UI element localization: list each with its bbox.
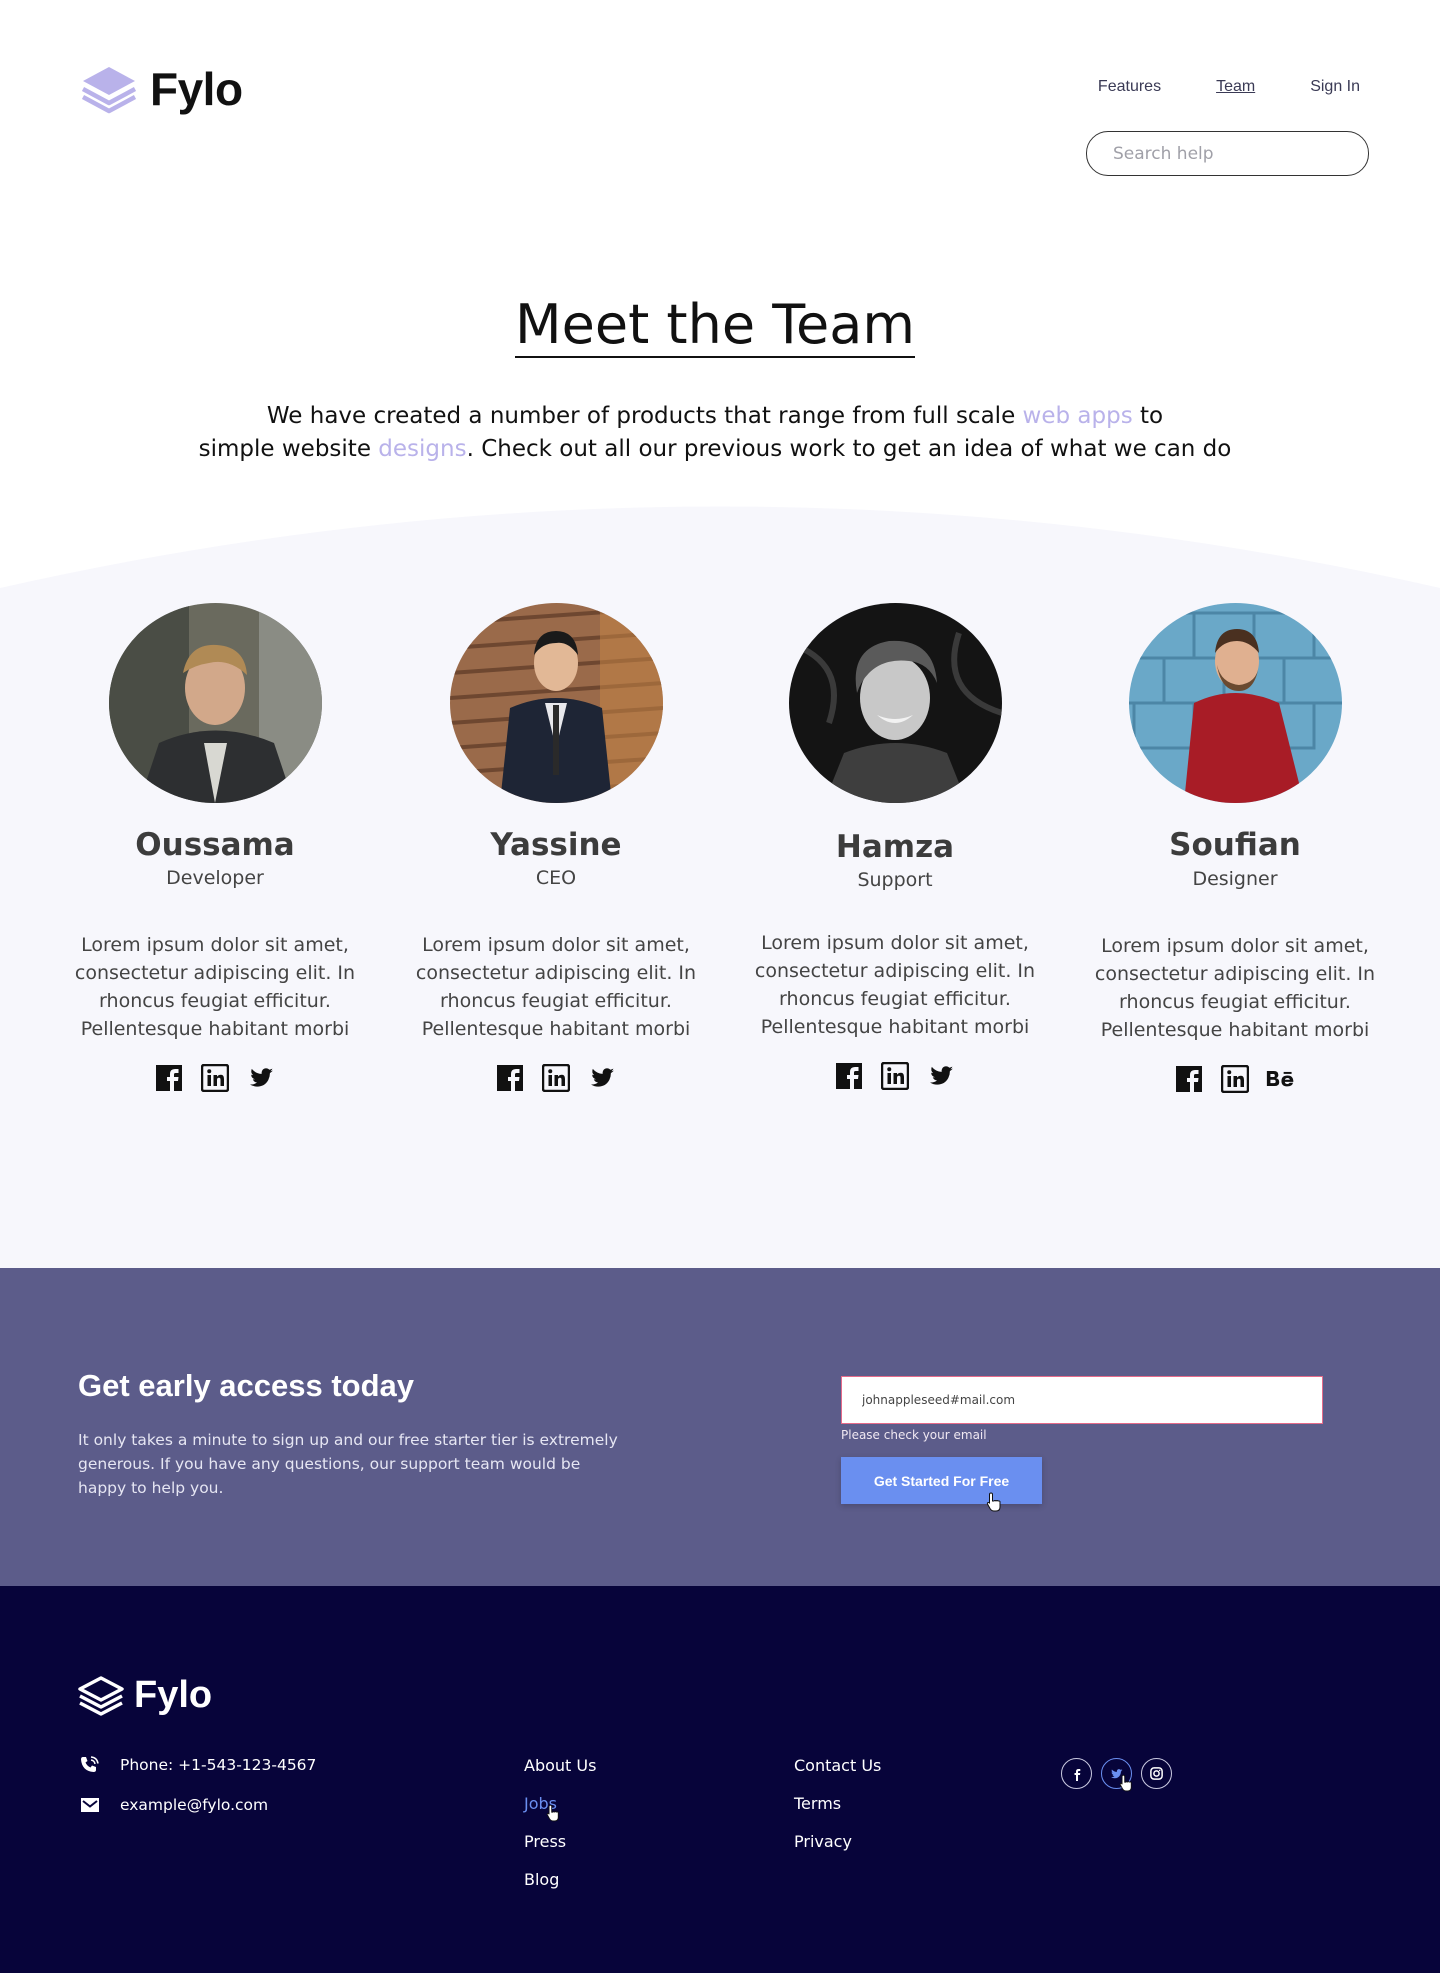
page-title-text: Meet the Team <box>515 293 915 358</box>
member-socials <box>745 1061 1045 1091</box>
footer-link-about[interactable]: About Us <box>524 1756 596 1775</box>
member-name: Hamza <box>835 829 955 865</box>
member-bio: Lorem ipsum dolor sit amet, consectetur … <box>1094 935 1376 1041</box>
footer-phone: Phone: +1-543-123-4567 <box>80 1756 316 1774</box>
footer-links-col1: About Us Jobs Press Blog <box>524 1756 596 1889</box>
footer-brand-logo[interactable]: Fylo <box>78 1674 212 1717</box>
hero-desc-part2: to <box>1132 403 1164 429</box>
email-error-message: Please check your email <box>841 1428 987 1442</box>
phone-icon <box>81 1756 99 1772</box>
facebook-icon[interactable] <box>1174 1064 1204 1094</box>
footer-link-privacy[interactable]: Privacy <box>794 1832 881 1851</box>
hero-desc-part3: simple website <box>198 436 379 462</box>
get-started-button[interactable]: Get Started For Free <box>841 1457 1042 1504</box>
hero-link-web-apps[interactable]: web apps <box>1023 403 1133 429</box>
footer: Fylo Phone: +1-543-123-4567 example@fylo… <box>0 1586 1440 1973</box>
facebook-icon[interactable] <box>1061 1758 1092 1789</box>
twitter-icon[interactable] <box>246 1063 276 1093</box>
footer-links-col2: Contact Us Terms Privacy <box>794 1756 881 1851</box>
layers-logo-icon <box>81 67 137 114</box>
brand-logo[interactable]: Fylo <box>80 62 243 116</box>
member-socials <box>65 1063 365 1093</box>
hand-cursor-icon <box>546 1804 559 1822</box>
facebook-icon[interactable] <box>154 1063 184 1093</box>
hand-cursor-icon <box>986 1492 1001 1512</box>
linkedin-icon[interactable] <box>1220 1064 1250 1094</box>
twitter-icon[interactable] <box>587 1063 617 1093</box>
avatar <box>788 603 1002 803</box>
member-name: Soufian <box>1169 827 1301 863</box>
footer-brand-name: Fylo <box>134 1674 213 1716</box>
brand-name: Fylo <box>150 63 243 115</box>
email-field[interactable] <box>841 1376 1323 1424</box>
member-role: CEO <box>535 867 577 889</box>
linkedin-icon[interactable] <box>880 1061 910 1091</box>
nav-team[interactable]: Team <box>1216 78 1255 96</box>
cta-title: Get early access today <box>78 1368 415 1403</box>
member-socials <box>406 1063 706 1093</box>
avatar <box>1128 603 1342 803</box>
avatar <box>449 603 663 803</box>
cta-text: It only takes a minute to sign up and ou… <box>78 1431 618 1497</box>
twitter-icon[interactable] <box>926 1061 956 1091</box>
footer-link-terms[interactable]: Terms <box>794 1794 881 1813</box>
footer-email-text: example@fylo.com <box>120 1796 269 1814</box>
main-nav: Features Team Sign In <box>1098 78 1360 96</box>
member-bio: Lorem ipsum dolor sit amet, consectetur … <box>754 932 1036 1038</box>
hero-desc-part4: . Check out all our previous work to get… <box>466 436 1232 462</box>
footer-link-blog[interactable]: Blog <box>524 1870 596 1889</box>
footer-email: example@fylo.com <box>80 1796 268 1814</box>
facebook-icon[interactable] <box>495 1063 525 1093</box>
member-name: Oussama <box>135 827 295 863</box>
member-bio: Lorem ipsum dolor sit amet, consectetur … <box>74 934 356 1040</box>
footer-link-contact[interactable]: Contact Us <box>794 1756 881 1775</box>
member-bio: Lorem ipsum dolor sit amet, consectetur … <box>415 934 697 1040</box>
member-role: Designer <box>1192 868 1278 890</box>
early-access-section: Get early access today It only takes a m… <box>0 1268 1440 1586</box>
member-role: Support <box>857 869 933 891</box>
member-name: Yassine <box>490 827 622 863</box>
hero-link-designs[interactable]: designs <box>378 436 466 462</box>
footer-link-press[interactable]: Press <box>524 1832 596 1851</box>
hero-description: We have created a number of products tha… <box>180 400 1250 466</box>
search-input[interactable] <box>1086 131 1369 176</box>
hand-cursor-icon <box>1119 1774 1132 1792</box>
facebook-icon[interactable] <box>834 1061 864 1091</box>
instagram-icon[interactable] <box>1141 1758 1172 1789</box>
member-role: Developer <box>166 867 264 889</box>
avatar <box>108 603 322 803</box>
nav-sign-in[interactable]: Sign In <box>1310 78 1360 96</box>
footer-phone-text: Phone: +1-543-123-4567 <box>120 1756 317 1774</box>
behance-icon[interactable] <box>1266 1064 1296 1094</box>
footer-socials <box>1061 1758 1172 1789</box>
mail-icon <box>81 1798 99 1812</box>
linkedin-icon[interactable] <box>200 1063 230 1093</box>
hero-desc-part1: We have created a number of products tha… <box>266 403 1023 429</box>
page-title: Meet the Team <box>0 293 1430 358</box>
layers-logo-icon <box>78 1675 124 1716</box>
nav-features[interactable]: Features <box>1098 78 1161 96</box>
linkedin-icon[interactable] <box>541 1063 571 1093</box>
footer-link-jobs[interactable]: Jobs <box>524 1794 596 1813</box>
team-member-card: Soufian Designer Lorem ipsum dolor sit a… <box>1085 603 1385 1094</box>
member-socials <box>1085 1064 1385 1094</box>
team-member-card: Yassine CEO Lorem ipsum dolor sit amet, … <box>406 603 706 1093</box>
team-member-card: Oussama Developer Lorem ipsum dolor sit … <box>65 603 365 1093</box>
team-member-card: Hamza Support Lorem ipsum dolor sit amet… <box>745 603 1045 1091</box>
